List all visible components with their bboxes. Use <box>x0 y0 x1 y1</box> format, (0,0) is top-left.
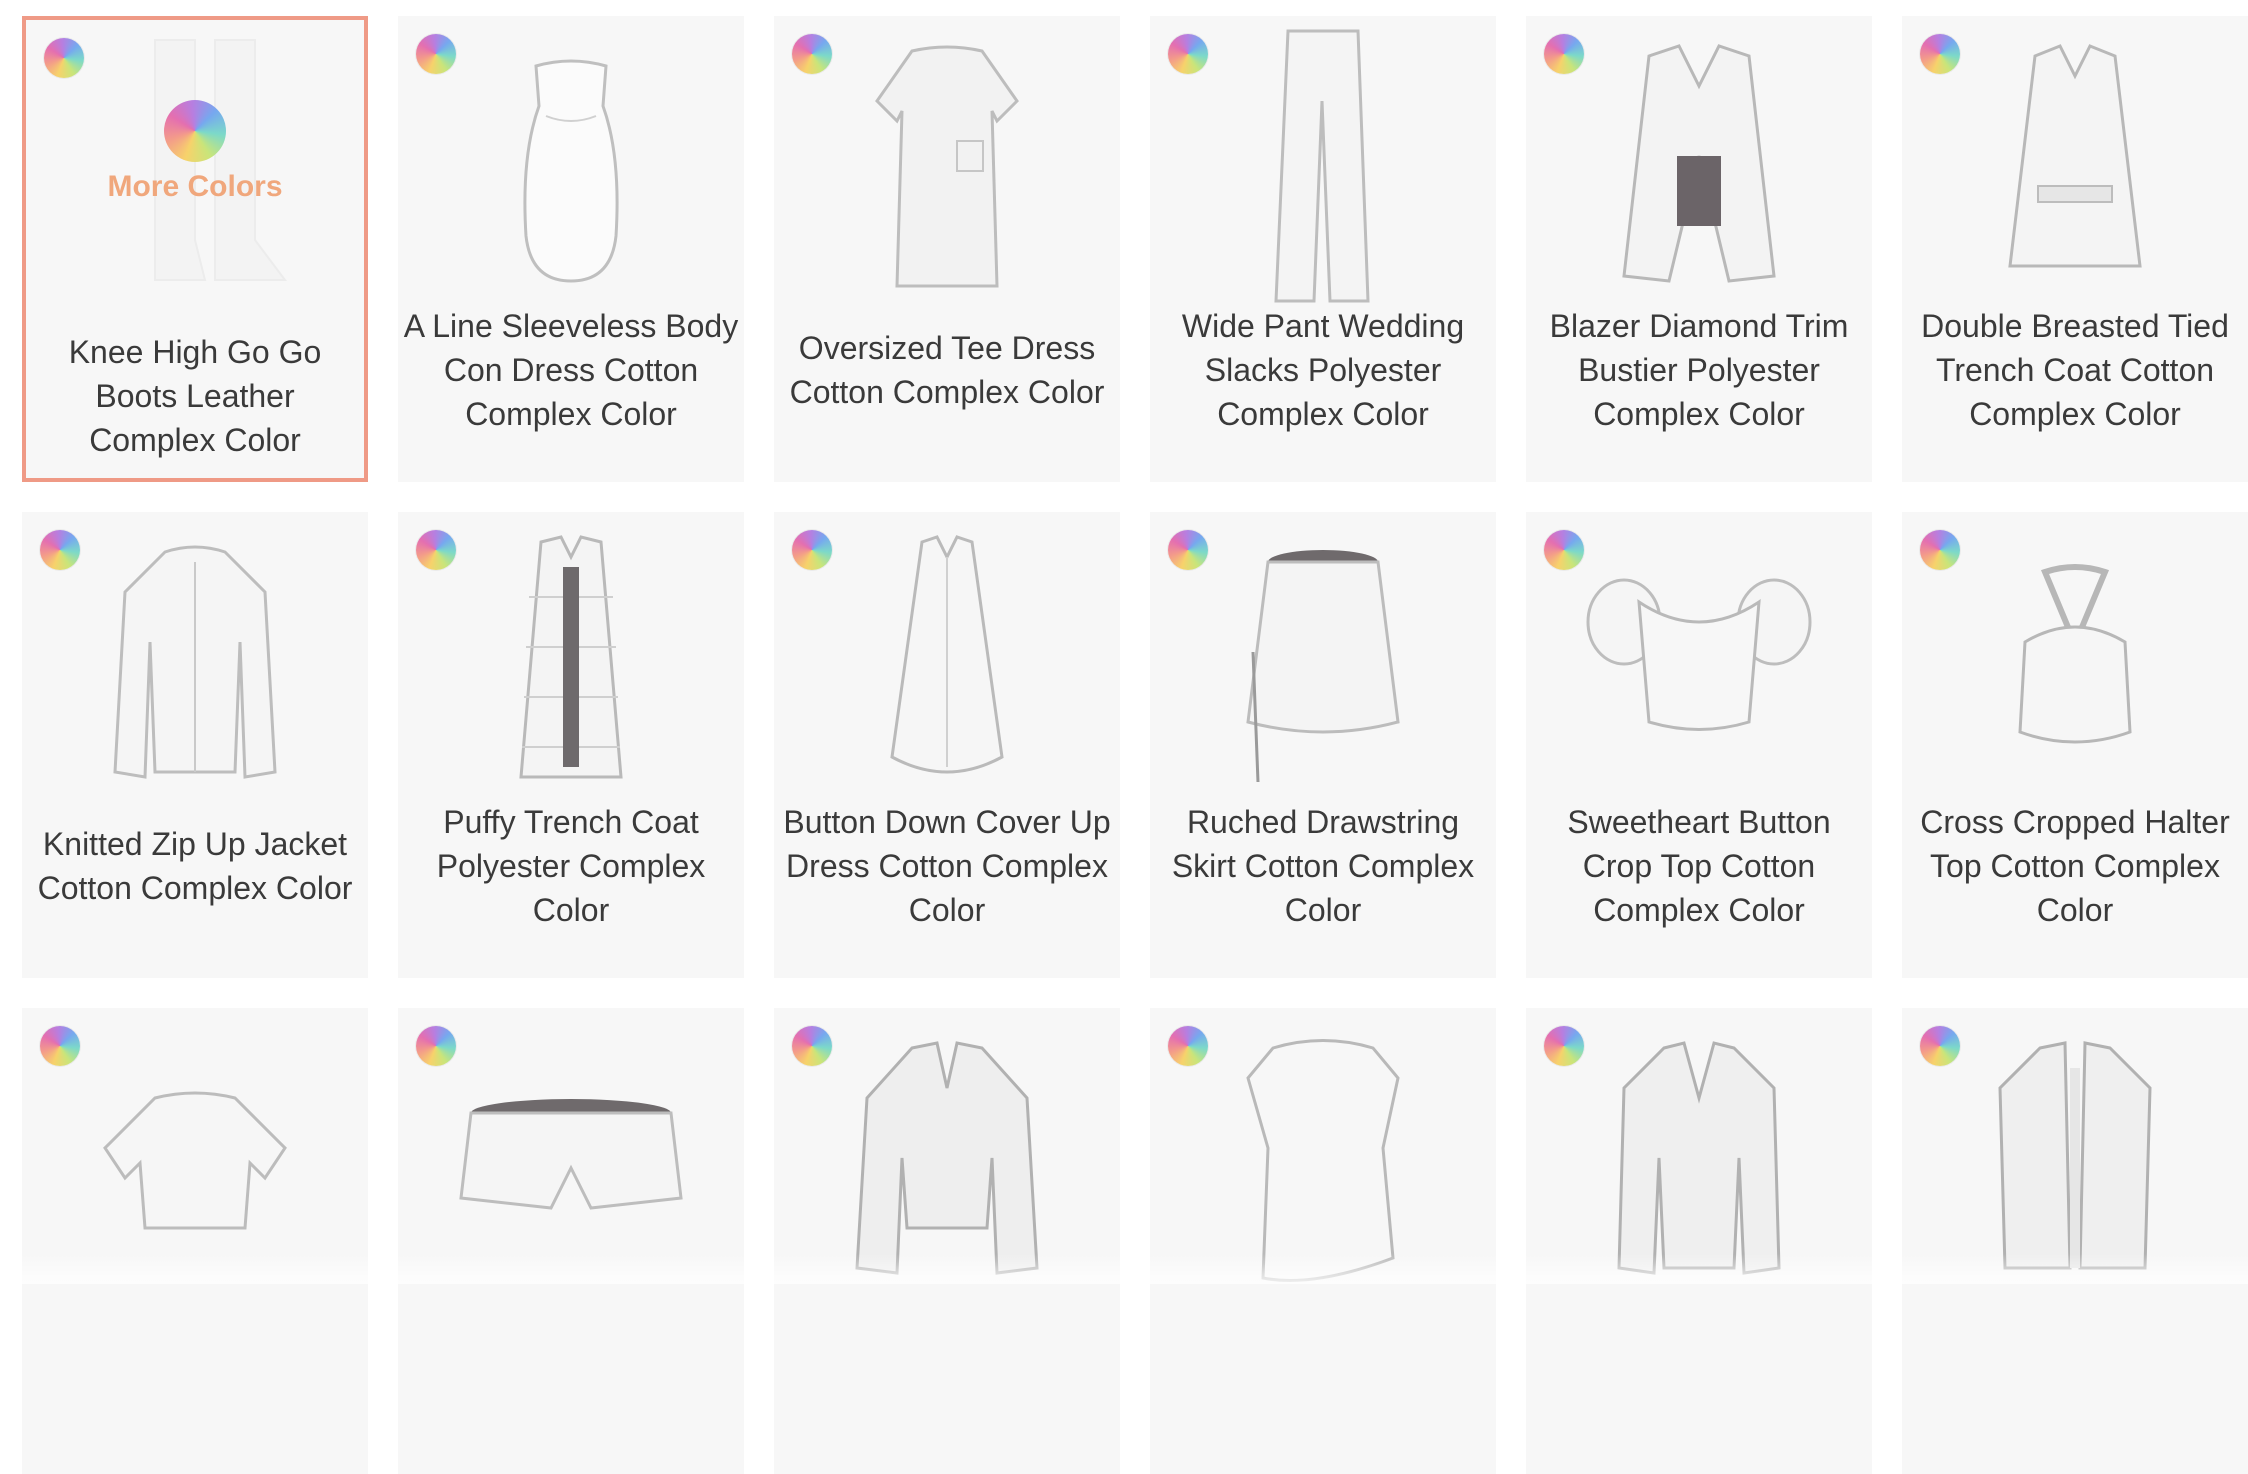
product-card[interactable]: Button Down Cover Up Dress Cotton Comple… <box>774 512 1120 978</box>
product-title: Knitted Zip Up Jacket Cotton Complex Col… <box>37 826 353 906</box>
product-card[interactable] <box>1526 1008 1872 1474</box>
product-card[interactable]: Double Breasted Tied Trench Coat Cotton … <box>1902 16 2248 482</box>
shorts-icon <box>398 1008 744 1308</box>
product-card[interactable]: Cross Cropped Halter Top Cotton Complex … <box>1902 512 2248 978</box>
pants-icon <box>1150 16 1496 316</box>
dress-icon <box>398 16 744 316</box>
product-card[interactable]: Wide Pant Wedding Slacks Polyester Compl… <box>1150 16 1496 482</box>
product-card[interactable] <box>1902 1008 2248 1474</box>
cardigan-icon <box>1526 1008 1872 1308</box>
product-title: Button Down Cover Up Dress Cotton Comple… <box>783 804 1111 928</box>
product-card[interactable]: Sweetheart Button Crop Top Cotton Comple… <box>1526 512 1872 978</box>
product-title: A Line Sleeveless Body Con Dress Cotton … <box>403 308 739 432</box>
product-grid: More Colors Knee High Go Go Boots Leathe… <box>0 0 2248 1474</box>
product-card[interactable]: Oversized Tee Dress Cotton Complex Color <box>774 16 1120 482</box>
product-title: Ruched Drawstring Skirt Cotton Complex C… <box>1171 804 1475 928</box>
shirt-dress-icon <box>774 512 1120 812</box>
product-card[interactable]: Knitted Zip Up Jacket Cotton Complex Col… <box>22 512 368 978</box>
product-title: Knee High Go Go Boots Leather Complex Co… <box>68 334 322 458</box>
product-card[interactable]: A Line Sleeveless Body Con Dress Cotton … <box>398 16 744 482</box>
more-colors-overlay[interactable]: More Colors <box>26 100 364 204</box>
product-title: Oversized Tee Dress Cotton Complex Color <box>789 330 1105 410</box>
product-card[interactable]: More Colors Knee High Go Go Boots Leathe… <box>22 16 368 482</box>
product-card[interactable] <box>22 1008 368 1474</box>
product-card[interactable]: Puffy Trench Coat Polyester Complex Colo… <box>398 512 744 978</box>
product-card[interactable] <box>774 1008 1120 1474</box>
product-title: Puffy Trench Coat Polyester Complex Colo… <box>436 804 706 928</box>
skirt-icon <box>1150 512 1496 812</box>
sweater-icon <box>774 1008 1120 1308</box>
blazer-icon <box>1526 16 1872 316</box>
more-colors-label: More Colors <box>107 170 283 203</box>
jacket-icon <box>22 512 368 812</box>
color-swatch-icon[interactable] <box>44 38 84 78</box>
halter-top-icon <box>1902 512 2248 812</box>
more-colors-swatch-icon <box>164 100 226 162</box>
tank-top-icon <box>1150 1008 1496 1308</box>
product-card[interactable] <box>398 1008 744 1474</box>
puffy-coat-icon <box>398 512 744 812</box>
product-title: Cross Cropped Halter Top Cotton Complex … <box>1920 804 2230 928</box>
product-title: Blazer Diamond Trim Bustier Polyester Co… <box>1549 308 1849 432</box>
product-title: Double Breasted Tied Trench Coat Cotton … <box>1921 308 2229 432</box>
crop-top-icon <box>1526 512 1872 812</box>
cropped-tee-icon <box>22 1008 368 1308</box>
open-cardigan-icon <box>1902 1008 2248 1308</box>
tee-dress-icon <box>774 16 1120 316</box>
product-title: Wide Pant Wedding Slacks Polyester Compl… <box>1181 308 1465 432</box>
product-card[interactable]: Blazer Diamond Trim Bustier Polyester Co… <box>1526 16 1872 482</box>
trench-coat-icon <box>1902 16 2248 316</box>
product-card[interactable] <box>1150 1008 1496 1474</box>
product-title: Sweetheart Button Crop Top Cotton Comple… <box>1567 804 1831 928</box>
product-card[interactable]: Ruched Drawstring Skirt Cotton Complex C… <box>1150 512 1496 978</box>
